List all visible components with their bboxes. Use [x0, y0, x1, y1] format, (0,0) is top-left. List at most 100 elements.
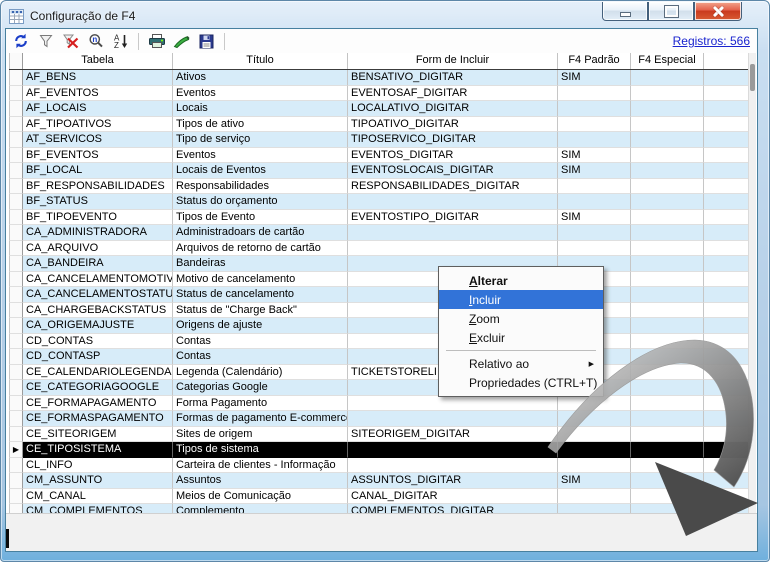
cell-titulo: Complemento	[173, 504, 348, 513]
menu-item-relativo[interactable]: Relativo ao▶	[439, 354, 603, 373]
refresh-button[interactable]	[11, 32, 30, 51]
table-row[interactable]: CM_COMPLEMENTOSComplementoCOMPLEMENTOS_D…	[9, 504, 748, 513]
table-row[interactable]: CD_CONTASPContas	[9, 349, 748, 365]
row-indicator	[9, 318, 23, 334]
titlebar: Configuração de F4	[9, 5, 629, 27]
table-row[interactable]: AF_LOCAISLocaisLOCALATIVO_DIGITAR	[9, 101, 748, 117]
find-button[interactable]: n	[86, 32, 105, 51]
table-row[interactable]: CE_FORMASPAGAMENTOFormas de pagamento E-…	[9, 411, 748, 427]
close-button[interactable]	[694, 2, 742, 21]
table-row[interactable]: CA_CANCELAMENTOMOTIVOMotivo de cancelame…	[9, 272, 748, 288]
minimize-button[interactable]	[602, 2, 648, 21]
table-row[interactable]: BF_STATUSStatus do orçamento	[9, 194, 748, 210]
print-icon	[148, 33, 166, 49]
status-area	[6, 513, 757, 551]
table-row[interactable]: CA_ARQUIVOArquivos de retorno de cartão	[9, 241, 748, 257]
print-button[interactable]	[147, 32, 166, 51]
table-row[interactable]: BF_LOCALLocais de EventosEVENTOSLOCAIS_D…	[9, 163, 748, 179]
table-row[interactable]: CE_CALENDARIOLEGENDALegenda (Calendário)…	[9, 365, 748, 381]
table-row[interactable]: CA_ORIGEMAJUSTEOrigens de ajuste	[9, 318, 748, 334]
cell-filler	[704, 194, 748, 210]
table-row[interactable]: AF_EVENTOSEventosEVENTOSAF_DIGITAR	[9, 86, 748, 102]
cell-tabela: CL_INFO	[23, 458, 173, 474]
column-header[interactable]: Form de Incluir	[348, 53, 558, 69]
vertical-scrollbar[interactable]	[748, 53, 756, 513]
registros-link[interactable]: Registros: 566	[673, 34, 750, 48]
table-row[interactable]: CM_CANALMeios de ComunicaçãoCANAL_DIGITA…	[9, 489, 748, 505]
cell-padrao	[558, 225, 631, 241]
menu-item-zoom[interactable]: Zoom	[439, 309, 603, 328]
filter-button[interactable]	[36, 32, 55, 51]
cell-titulo: Tipo de serviço	[173, 132, 348, 148]
table-row[interactable]: BF_EVENTOSEventosEVENTOS_DIGITARSIM	[9, 148, 748, 164]
menu-item-incluir[interactable]: Incluir	[439, 290, 603, 309]
menu-item-excluir[interactable]: Excluir	[439, 328, 603, 347]
table-row[interactable]: CA_ADMINISTRADORAAdministradoars de cart…	[9, 225, 748, 241]
grid-body: AF_BENSAtivosBENSATIVO_DIGITARSIMAF_EVEN…	[9, 70, 748, 513]
table-row[interactable]: CE_SITEORIGEMSites de origemSITEORIGEM_D…	[9, 427, 748, 443]
cell-padrao	[558, 132, 631, 148]
table-row[interactable]: AT_SERVICOSTipo de serviçoTIPOSERVICO_DI…	[9, 132, 748, 148]
cell-filler	[704, 334, 748, 350]
column-header[interactable]: F4 Padrão	[558, 53, 631, 69]
cell-filler	[704, 272, 748, 288]
table-row[interactable]: CA_BANDEIRABandeiras	[9, 256, 748, 272]
scrollbar-thumb[interactable]	[750, 64, 755, 91]
row-indicator	[9, 117, 23, 133]
cell-titulo: Tipos de sistema	[173, 442, 348, 458]
table-row[interactable]: CA_CANCELAMENTOSTATUSStatus de cancelame…	[9, 287, 748, 303]
header-gutter	[9, 53, 23, 69]
cell-especial	[631, 489, 704, 505]
cell-especial	[631, 179, 704, 195]
table-row[interactable]: CA_CHARGEBACKSTATUSStatus de "Charge Bac…	[9, 303, 748, 319]
cell-filler	[704, 380, 748, 396]
row-indicator	[9, 489, 23, 505]
save-button[interactable]	[197, 32, 216, 51]
cell-form: EVENTOSTIPO_DIGITAR	[348, 210, 558, 226]
cell-titulo: Formas de pagamento E-commerce	[173, 411, 348, 427]
cell-filler	[704, 179, 748, 195]
cell-titulo: Sites de origem	[173, 427, 348, 443]
table-row[interactable]: BF_RESPONSABILIDADESResponsabilidadesRES…	[9, 179, 748, 195]
cell-form: LOCALATIVO_DIGITAR	[348, 101, 558, 117]
column-header[interactable]: Título	[173, 53, 348, 69]
maximize-button[interactable]	[648, 2, 694, 21]
cell-tabela: CE_SITEORIGEM	[23, 427, 173, 443]
cell-padrao: SIM	[558, 163, 631, 179]
row-indicator	[9, 163, 23, 179]
cell-filler	[704, 411, 748, 427]
cell-especial	[631, 504, 704, 513]
column-header[interactable]: Tabela	[23, 53, 173, 69]
cell-padrao	[558, 194, 631, 210]
column-header[interactable]: F4 Especial	[631, 53, 704, 69]
table-row[interactable]: CL_INFOCarteira de clientes - Informação	[9, 458, 748, 474]
table-row[interactable]: AF_BENSAtivosBENSATIVO_DIGITARSIM	[9, 70, 748, 86]
cell-filler	[704, 225, 748, 241]
menu-item-propriedades[interactable]: Propriedades (CTRL+T)	[439, 373, 603, 392]
table-row[interactable]: ▶CE_TIPOSISTEMATipos de sistema	[9, 442, 748, 458]
maximize-icon	[665, 6, 678, 17]
sort-button[interactable]: A Z	[111, 32, 130, 51]
brush-icon	[173, 34, 190, 49]
menu-item-alterar[interactable]: Alterar	[439, 271, 603, 290]
filter-icon	[38, 33, 54, 49]
table-row[interactable]: BF_TIPOEVENTOTipos de EventoEVENTOSTIPO_…	[9, 210, 748, 226]
cell-titulo: Locais	[173, 101, 348, 117]
table-row[interactable]: CE_CATEGORIAGOOGLECategorias Google	[9, 380, 748, 396]
table-row[interactable]: CE_FORMAPAGAMENTOForma Pagamento	[9, 396, 748, 412]
cell-filler	[704, 287, 748, 303]
cell-filler	[704, 86, 748, 102]
table-row[interactable]: CD_CONTASContas	[9, 334, 748, 350]
brush-button[interactable]	[172, 32, 191, 51]
table-row[interactable]: AF_TIPOATIVOSTipos de ativoTIPOATIVO_DIG…	[9, 117, 748, 133]
svg-text:Z: Z	[114, 41, 119, 49]
cell-especial	[631, 334, 704, 350]
cancel-filter-button[interactable]	[61, 32, 80, 51]
cell-titulo: Administradoars de cartão	[173, 225, 348, 241]
cell-tabela: AT_SERVICOS	[23, 132, 173, 148]
cell-filler	[704, 396, 748, 412]
window-controls	[602, 2, 742, 21]
cell-especial	[631, 411, 704, 427]
table-row[interactable]: CM_ASSUNTOAssuntosASSUNTOS_DIGITARSIM	[9, 473, 748, 489]
row-indicator	[9, 86, 23, 102]
